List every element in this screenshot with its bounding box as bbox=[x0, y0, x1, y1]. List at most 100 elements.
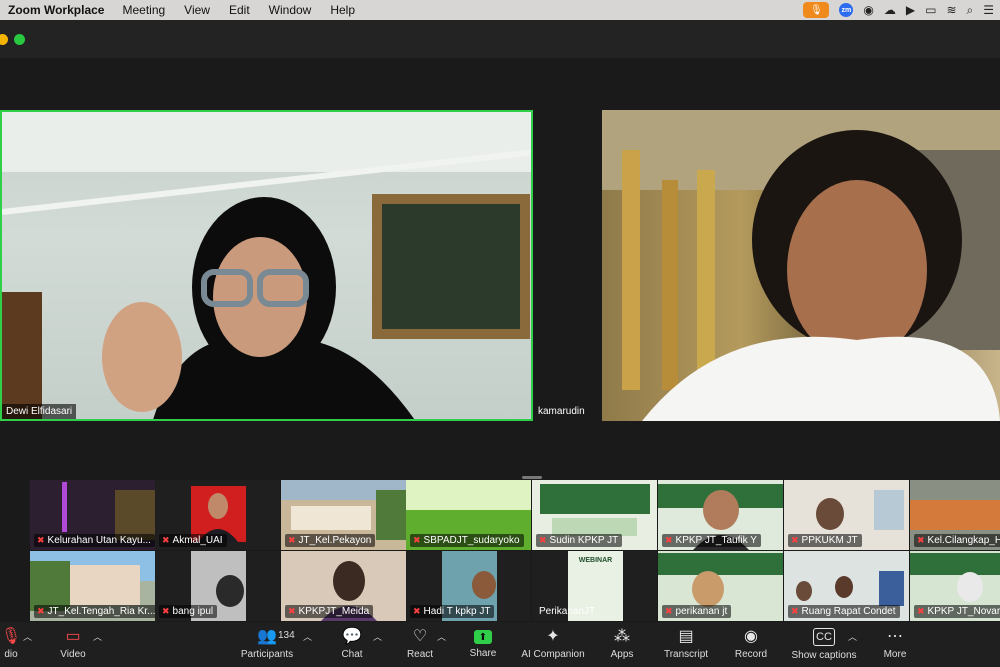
video-tile[interactable]: ✖ Ruang Rapat Condet bbox=[784, 551, 909, 621]
menu-window[interactable]: Window bbox=[269, 3, 312, 17]
tile-name-text: Kelurahan Utan Kayu... bbox=[47, 535, 151, 546]
search-icon[interactable]: ⌕ bbox=[967, 3, 974, 18]
zoom-window-button[interactable] bbox=[14, 34, 25, 45]
resize-handle[interactable] bbox=[522, 476, 542, 479]
video-tile[interactable]: ✖ Hadi T kpkp JT bbox=[406, 551, 531, 621]
record-icon: ◉ bbox=[744, 628, 758, 645]
video-tile-kamarudin[interactable] bbox=[602, 110, 1000, 421]
video-label: Video bbox=[60, 649, 86, 660]
apps-button[interactable]: ⁂ Apps bbox=[602, 622, 642, 667]
react-label: React bbox=[406, 649, 434, 660]
webinar-title: WEBINAR bbox=[578, 557, 613, 564]
show-captions-button[interactable]: CC Show captions bbox=[788, 622, 860, 667]
creative-cloud-icon[interactable]: ◉ bbox=[863, 3, 873, 17]
mic-muted-icon: ✖ bbox=[37, 606, 45, 616]
video-tile[interactable]: ✖ PPKUKM JT bbox=[784, 480, 909, 550]
video-button[interactable]: ▭ Video bbox=[50, 622, 96, 667]
tile-name-text: PerikananJT bbox=[539, 606, 596, 617]
meeting-toolbar: 🎙 dio ︿ ▭ Video ︿ 👥 Participants 134 ︿ 💬… bbox=[0, 622, 1000, 667]
tile-name-label: ✖ bang ipul bbox=[159, 605, 218, 618]
battery-icon[interactable]: ▭ bbox=[925, 3, 936, 17]
transcript-label: Transcript bbox=[663, 649, 709, 660]
tile-name-text: KPKP JT_Novari... bbox=[927, 606, 1000, 617]
tile-name-label: ✖ Sudin KPKP JT bbox=[536, 534, 623, 547]
react-options-chevron-icon[interactable]: ︿ bbox=[437, 630, 446, 643]
video-tile[interactable]: ✖ Akmal_UAI bbox=[155, 480, 280, 550]
tile-name-label: ✖ Hadi T kpkp JT bbox=[410, 605, 495, 618]
video-tile[interactable]: ✖ KPKPJT_Meida bbox=[281, 551, 406, 621]
mic-in-use-icon[interactable]: 🎙 bbox=[803, 2, 830, 18]
tile-name-label: PerikananJT bbox=[536, 605, 599, 618]
video-options-chevron-icon[interactable]: ︿ bbox=[93, 630, 102, 643]
chat-options-chevron-icon[interactable]: ︿ bbox=[373, 630, 382, 643]
record-label: Record bbox=[734, 649, 768, 660]
tile-name-label: ✖ PPKUKM JT bbox=[788, 534, 862, 547]
tile-name-label: ✖ JT_Kel.Pekayon bbox=[285, 534, 376, 547]
control-center-icon[interactable]: ☰ bbox=[983, 3, 994, 17]
audio-button[interactable]: 🎙 dio bbox=[0, 622, 26, 667]
ai-companion-button[interactable]: ✦ AI Companion bbox=[518, 622, 588, 667]
more-label: More bbox=[883, 649, 907, 660]
video-tile[interactable]: ✖ JT_Kel.Pekayon bbox=[281, 480, 406, 550]
video-tile-active-speaker[interactable]: Dewi Elfidasari bbox=[0, 110, 533, 421]
tile-name-text: Sudin KPKP JT bbox=[549, 535, 619, 546]
captions-icon: CC bbox=[813, 628, 835, 646]
participants-options-chevron-icon[interactable]: ︿ bbox=[303, 630, 312, 643]
menu-edit[interactable]: Edit bbox=[229, 3, 250, 17]
transcript-button[interactable]: ▤ Transcript bbox=[660, 622, 712, 667]
react-button[interactable]: ♡ React bbox=[400, 622, 440, 667]
captions-options-chevron-icon[interactable]: ︿ bbox=[848, 630, 857, 643]
participant-video-frame bbox=[602, 110, 1000, 421]
menu-help[interactable]: Help bbox=[330, 3, 355, 17]
chat-button[interactable]: 💬 Chat bbox=[332, 622, 372, 667]
more-button[interactable]: ⋯ More bbox=[876, 622, 914, 667]
tile-name-label: ✖ Akmal_UAI bbox=[159, 534, 227, 547]
participants-button[interactable]: 👥 Participants bbox=[232, 622, 302, 667]
tile-name-text: KPKP JT_Taufik Y bbox=[675, 535, 757, 546]
chat-label: Chat bbox=[341, 649, 363, 660]
record-button[interactable]: ◉ Record bbox=[730, 622, 772, 667]
tile-name-text: PPKUKM JT bbox=[801, 535, 858, 546]
audio-label: dio bbox=[4, 649, 18, 660]
share-button[interactable]: ⬆ Share bbox=[464, 622, 502, 667]
share-screen-icon: ⬆ bbox=[474, 630, 492, 644]
tile-name-text: KPKPJT_Meida bbox=[298, 606, 370, 617]
mic-muted-icon: ✖ bbox=[665, 535, 673, 545]
mic-muted-icon: ✖ bbox=[791, 535, 799, 545]
apps-icon: ⁂ bbox=[614, 628, 630, 645]
captions-label: Show captions bbox=[791, 650, 857, 661]
participant-name-label: Dewi Elfidasari bbox=[2, 404, 77, 419]
mic-muted-icon: ✖ bbox=[917, 606, 925, 616]
video-tile[interactable]: ✖ Kelurahan Utan Kayu... bbox=[30, 480, 155, 550]
zoom-status-icon[interactable]: zm bbox=[839, 3, 854, 17]
video-tile[interactable]: ✖Kel.Cilangkap_H... bbox=[910, 480, 1000, 550]
video-tile[interactable]: WEBINAR PerikananJT bbox=[532, 551, 657, 621]
macos-menubar: Zoom Workplace Meeting View Edit Window … bbox=[0, 0, 1000, 20]
wifi-icon[interactable]: ≋ bbox=[946, 3, 956, 17]
tile-name-label: ✖ perikanan jt bbox=[662, 605, 732, 618]
speaker-video-frame bbox=[2, 112, 531, 419]
tile-name-text: perikanan jt bbox=[675, 606, 728, 617]
tile-name-text: Kel.Cilangkap_H... bbox=[927, 535, 1000, 546]
video-tile[interactable]: ✖ Sudin KPKP JT bbox=[532, 480, 657, 550]
sparkle-icon: ✦ bbox=[546, 628, 560, 645]
video-tile[interactable]: ✖ KPKP JT_Taufik Y bbox=[658, 480, 783, 550]
video-tile[interactable]: ✖ perikanan jt bbox=[658, 551, 783, 621]
video-tile[interactable]: ✖ JT_Kel.Tengah_Ria Kr... bbox=[30, 551, 155, 621]
more-icon: ⋯ bbox=[887, 628, 903, 645]
participants-label: Participants bbox=[240, 649, 294, 660]
video-tile[interactable]: ✖ bang ipul bbox=[155, 551, 280, 621]
mic-muted-icon: ✖ bbox=[413, 606, 421, 616]
tile-name-label: ✖Kel.Cilangkap_H... bbox=[914, 534, 1000, 547]
video-tile[interactable]: ✖KPKP JT_Novari... bbox=[910, 551, 1000, 621]
video-tile[interactable]: ✖ SBPADJT_sudaryoko bbox=[406, 480, 531, 550]
app-menu-zoom[interactable]: Zoom Workplace bbox=[8, 3, 104, 17]
play-icon[interactable]: ▶ bbox=[906, 3, 915, 17]
menu-meeting[interactable]: Meeting bbox=[122, 3, 165, 17]
cloud-icon[interactable]: ☁ bbox=[884, 3, 896, 17]
audio-options-chevron-icon[interactable]: ︿ bbox=[23, 630, 32, 643]
menu-view[interactable]: View bbox=[184, 3, 210, 17]
apps-label: Apps bbox=[610, 649, 634, 660]
tile-name-text: JT_Kel.Tengah_Ria Kr... bbox=[47, 606, 155, 617]
ai-companion-label: AI Companion bbox=[521, 649, 585, 660]
